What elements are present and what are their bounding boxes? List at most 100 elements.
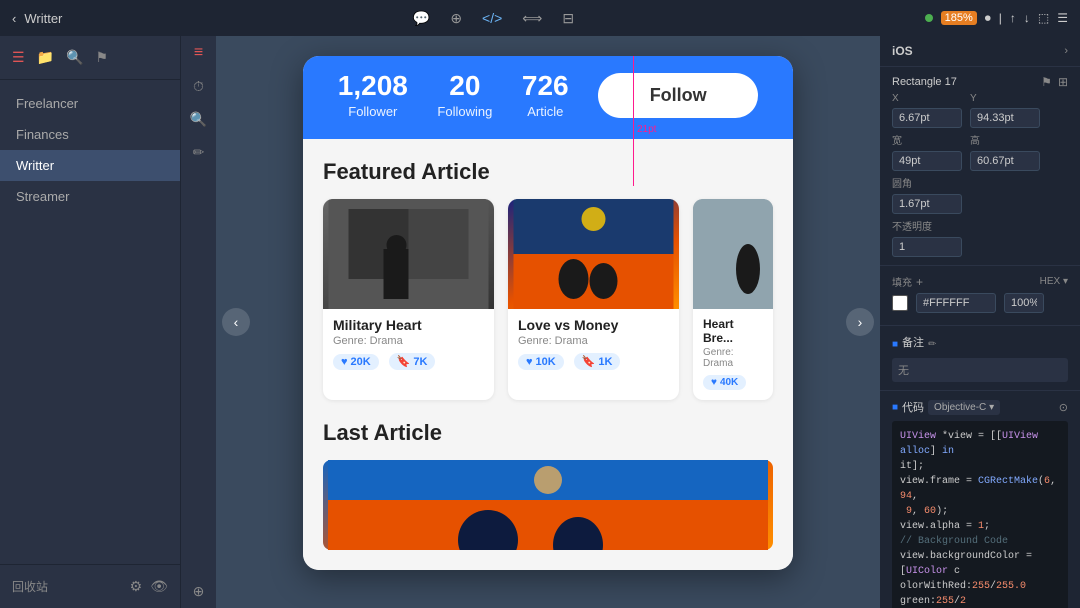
sidebar-bottom: 回收站 ⚙ 👁 <box>0 564 180 608</box>
opacity-input[interactable] <box>892 237 962 257</box>
edit-notes-icon[interactable]: ✏ <box>928 339 936 350</box>
sidebar-item-writter[interactable]: Writter <box>0 150 180 181</box>
app-title: Writter <box>24 11 62 26</box>
left-sidebar: ☰ 📁 🔍 ⚑ Freelancer Finances Writter Stre… <box>0 36 180 608</box>
wh-row: 宽 高 <box>892 132 1068 171</box>
grid-icon-rp[interactable]: ⊞ <box>1058 75 1068 89</box>
radius-input[interactable] <box>892 194 962 214</box>
layers-icon[interactable]: ☰ <box>12 49 25 66</box>
notes-indicator: ■ <box>892 339 898 350</box>
likes-pill-1: ♥ 20K <box>333 354 379 370</box>
height-input[interactable] <box>970 151 1040 171</box>
plugin-icon[interactable]: ⊕ <box>193 583 205 600</box>
flag-icon[interactable]: ⚑ <box>95 49 108 66</box>
bookmark-icon[interactable]: ⊟ <box>562 10 574 27</box>
bookmarks-pill-2: 🔖 1K <box>574 353 621 370</box>
top-bar: ‹ Writter 💬 ⊕ </> ⟺ ⊟ 185% ⏺ | ↑ ↓ ⬚ ☰ <box>0 0 1080 36</box>
article-stats-3: ♥ 40K <box>703 375 763 390</box>
article-stat: 726 Article <box>522 72 569 119</box>
location-icon[interactable]: ⊕ <box>450 10 462 27</box>
sidebar-item-finances[interactable]: Finances <box>0 119 180 150</box>
bookmark-icon-2: 🔖 <box>582 355 596 368</box>
article-label: Article <box>522 104 569 119</box>
follow-button[interactable]: Follow <box>598 73 758 118</box>
add-fill-icon[interactable]: + <box>916 275 923 289</box>
collect-label: 回收站 <box>12 578 48 595</box>
comment-icon[interactable]: 💬 <box>413 10 430 27</box>
article-genre-1: Genre: Drama <box>333 335 484 347</box>
download-icon[interactable]: ↓ <box>1024 11 1030 25</box>
likes-pill-3: ♥ 40K <box>703 375 746 390</box>
main-area: ☰ 📁 🔍 ⚑ Freelancer Finances Writter Stre… <box>0 36 1080 608</box>
toolbar-center: 💬 ⊕ </> ⟺ ⊟ <box>413 10 574 27</box>
notes-content: 无 <box>892 358 1068 382</box>
military-image <box>323 199 494 309</box>
layers-icon-bar[interactable]: ≡ <box>194 44 203 62</box>
code-indicator: ■ <box>892 402 898 413</box>
pencil-icon[interactable]: ✏ <box>193 144 205 161</box>
article-card-3[interactable]: Heart Bre... Genre: Drama ♥ 40K <box>693 199 773 400</box>
heart-icon-1: ♥ <box>341 356 348 368</box>
code-header: ■ 代码 Objective-C ▾ ⊙ <box>892 399 1068 415</box>
app-title-area: ‹ Writter <box>12 11 62 26</box>
width-input[interactable] <box>892 151 962 171</box>
eye-icon[interactable]: 👁 <box>150 578 168 595</box>
icon-bar: ≡ ⏱ 🔍 ✏ ⊕ <box>180 36 216 608</box>
record-icon[interactable]: ⏺ <box>985 11 991 26</box>
element-name: Rectangle 17 <box>892 76 957 88</box>
copy-code-icon[interactable]: ⊙ <box>1059 401 1068 414</box>
y-input[interactable] <box>970 108 1040 128</box>
fill-color-input[interactable] <box>916 293 996 313</box>
profile-header: 1,208 Follower 20 Following 726 Article … <box>303 56 793 139</box>
article-genre-3: Genre: Drama <box>703 347 763 369</box>
flag-icon-rp[interactable]: ⚑ <box>1041 75 1052 89</box>
content-area: Featured Article <box>303 139 793 570</box>
divider: | <box>999 11 1002 25</box>
hex-label: HEX ▾ <box>1040 276 1068 287</box>
rp-arrow[interactable]: › <box>1064 45 1068 57</box>
rp-header: iOS › <box>880 36 1080 67</box>
article-count: 726 <box>522 72 569 100</box>
heartbreak-image <box>693 199 773 309</box>
following-count: 20 <box>437 72 492 100</box>
article-stats-2: ♥ 10K 🔖 1K <box>518 353 669 370</box>
code-icon[interactable]: </> <box>482 10 502 26</box>
article-info-1: Military Heart Genre: Drama ♥ 20K 🔖 7K <box>323 309 494 380</box>
menu-icon[interactable]: ☰ <box>1057 11 1068 25</box>
article-title-2: Love vs Money <box>518 317 669 333</box>
upload-icon[interactable]: ↑ <box>1010 11 1016 25</box>
phone-frame: 21pt 1,208 Follower 20 Following 726 Art… <box>303 56 793 570</box>
guide-line <box>633 56 634 186</box>
code-lang-selector[interactable]: Objective-C ▾ <box>928 400 1000 415</box>
sidebar-toolbar: ☰ 📁 🔍 ⚑ <box>0 36 180 80</box>
heart-icon-3: ♥ <box>711 377 717 388</box>
article-card-2[interactable]: Love vs Money Genre: Drama ♥ 10K 🔖 1K <box>508 199 679 400</box>
back-arrow[interactable]: ‹ <box>12 11 16 26</box>
canvas-next-btn[interactable]: › <box>846 308 874 336</box>
sidebar-item-freelancer[interactable]: Freelancer <box>0 88 180 119</box>
search-icon[interactable]: 🔍 <box>66 49 83 66</box>
article-info-3: Heart Bre... Genre: Drama ♥ 40K <box>693 309 773 400</box>
article-title-3: Heart Bre... <box>703 317 763 345</box>
settings-icon[interactable]: ⚙ <box>130 578 143 595</box>
fill-color-swatch[interactable] <box>892 295 908 311</box>
featured-title: Featured Article <box>323 159 773 185</box>
articles-row: Military Heart Genre: Drama ♥ 20K 🔖 7K <box>323 199 773 400</box>
history-icon[interactable]: ⏱ <box>193 78 204 95</box>
guide-label: 21pt <box>637 124 656 135</box>
fill-opacity-input[interactable] <box>1004 293 1044 313</box>
notes-section: ■ 备注 ✏ 无 <box>880 326 1080 391</box>
fill-row <box>892 293 1068 313</box>
zoom-icon[interactable]: 🔍 <box>190 111 207 128</box>
sidebar-nav: Freelancer Finances Writter Streamer <box>0 80 180 564</box>
bookmarks-pill-1: 🔖 7K <box>389 353 436 370</box>
sidebar-item-streamer[interactable]: Streamer <box>0 181 180 212</box>
article-card-1[interactable]: Military Heart Genre: Drama ♥ 20K 🔖 7K <box>323 199 494 400</box>
fill-section: 填充 + HEX ▾ <box>880 266 1080 326</box>
transform-icon[interactable]: ⟺ <box>522 10 542 27</box>
last-article-image <box>323 460 773 550</box>
x-input[interactable] <box>892 108 962 128</box>
canvas-prev-btn[interactable]: ‹ <box>222 308 250 336</box>
window-icon[interactable]: ⬚ <box>1038 11 1049 25</box>
folder-icon[interactable]: 📁 <box>37 49 54 66</box>
